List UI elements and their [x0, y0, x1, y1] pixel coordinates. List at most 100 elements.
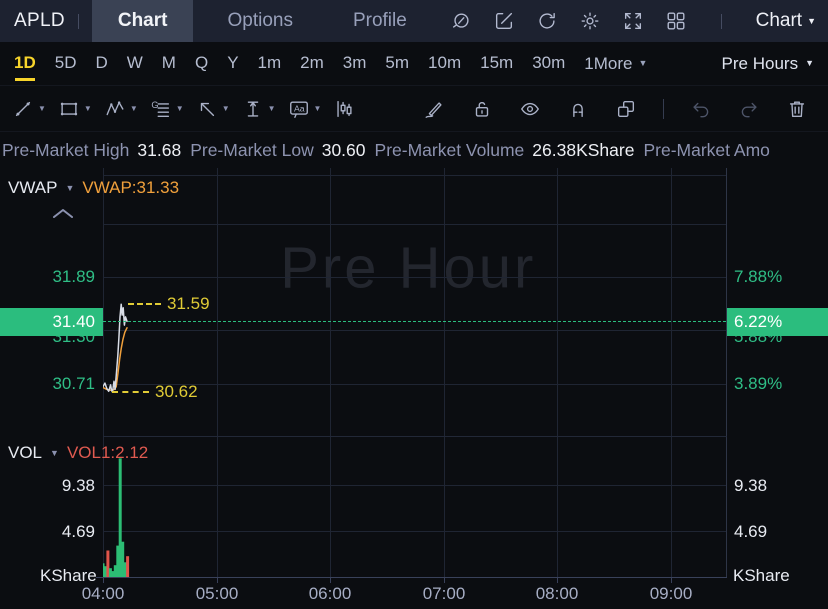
- divider: [663, 99, 664, 119]
- chevron-down-icon: ▼: [84, 105, 92, 113]
- gauge-icon[interactable]: [450, 10, 472, 32]
- svg-text:Aa: Aa: [293, 103, 304, 113]
- top-nav: APLD Chart Options Profile Chart ▼: [0, 0, 828, 42]
- volume-bar-chart: [103, 437, 727, 577]
- timeframe-q[interactable]: Q: [195, 42, 208, 86]
- tab-profile[interactable]: Profile: [327, 0, 433, 42]
- low-marker-label: 30.62: [155, 382, 198, 402]
- volume-tick: 9.38: [734, 476, 767, 496]
- chevron-down-icon: ▼: [805, 59, 814, 68]
- timeframe-more-dropdown[interactable]: 1More ▼: [584, 54, 647, 74]
- time-label: 09:00: [650, 584, 693, 604]
- percent-axis-right[interactable]: 7.88% 5.88% 6.22% 3.89%: [727, 168, 828, 437]
- timeframe-d[interactable]: D: [95, 42, 107, 86]
- unlock-icon[interactable]: [471, 98, 493, 120]
- tab-chart[interactable]: Chart: [92, 0, 194, 42]
- undo-icon[interactable]: [690, 98, 712, 120]
- magnet-icon[interactable]: [567, 98, 589, 120]
- low-marker-dash: [112, 391, 149, 393]
- chevron-down-icon: ▼: [38, 105, 46, 113]
- axis-line: [96, 577, 727, 578]
- shapes-tool[interactable]: ▼: [58, 98, 92, 120]
- chevron-down-icon: ▼: [638, 59, 647, 68]
- current-price-line: [103, 321, 726, 322]
- time-label: 07:00: [423, 584, 466, 604]
- collapse-chevron-icon[interactable]: [52, 208, 74, 218]
- high-marker: 31.59: [128, 294, 210, 314]
- clone-icon[interactable]: [615, 98, 637, 120]
- premarket-amount: Pre-Market Amo: [643, 140, 777, 161]
- timeframe-30min[interactable]: 30m: [532, 42, 565, 86]
- settings-gear-icon[interactable]: [579, 10, 601, 32]
- session-selector-label: Pre Hours: [722, 54, 799, 74]
- premarket-volume: Pre-Market Volume26.38KShare: [375, 140, 635, 161]
- premarket-high: Pre-Market High31.68: [2, 140, 181, 161]
- layout-selector-label: Chart: [756, 10, 802, 32]
- time-label: 05:00: [196, 584, 239, 604]
- volume-unit-right: KShare: [733, 566, 790, 586]
- tab-options[interactable]: Options: [201, 0, 318, 42]
- symbol-label[interactable]: APLD: [14, 10, 65, 32]
- timeframe-m[interactable]: M: [162, 42, 176, 86]
- layout-grid-icon[interactable]: [665, 10, 687, 32]
- redo-icon[interactable]: [738, 98, 760, 120]
- series-price: [103, 304, 127, 392]
- chevron-down-icon: ▼: [176, 105, 184, 113]
- fullscreen-icon[interactable]: [622, 10, 644, 32]
- arrow-tool[interactable]: ▼: [196, 98, 230, 120]
- chevron-down-icon: ▼: [65, 183, 74, 193]
- timeframe-5d[interactable]: 5D: [55, 42, 77, 86]
- session-selector[interactable]: Pre Hours ▼: [722, 54, 814, 74]
- wave-tool[interactable]: ▼: [104, 98, 138, 120]
- vwap-indicator-header[interactable]: VWAP ▼ VWAP:31.33: [8, 178, 179, 198]
- timeframe-3min[interactable]: 3m: [343, 42, 367, 86]
- volume-tick: 4.69: [0, 522, 95, 542]
- timeframe-more-label: 1More: [584, 54, 632, 74]
- draw-edit-icon[interactable]: [493, 10, 515, 32]
- axis-tick: [444, 578, 445, 583]
- refresh-icon[interactable]: [536, 10, 558, 32]
- timeframe-10min[interactable]: 10m: [428, 42, 461, 86]
- visibility-eye-icon[interactable]: [519, 98, 541, 120]
- chart-layout-selector[interactable]: Chart ▼: [756, 10, 816, 32]
- price-tick: 31.89: [52, 268, 95, 286]
- pattern-tool[interactable]: [333, 98, 355, 120]
- time-axis[interactable]: KShare KShare 04:0005:0006:0007:0008:000…: [0, 577, 828, 609]
- measure-tool[interactable]: ▼: [242, 98, 276, 120]
- text-tool[interactable]: Aa ▼: [288, 98, 322, 120]
- wave-pattern-icon: [104, 98, 126, 120]
- volume-panel: VOL ▼ VOL1:2.12 9.38 4.69 9.38 4.69: [0, 437, 828, 577]
- chevron-down-icon: ▼: [314, 105, 322, 113]
- brush-icon[interactable]: [423, 98, 445, 120]
- timeframe-5min[interactable]: 5m: [385, 42, 409, 86]
- timeframe-1min[interactable]: 1m: [258, 42, 282, 86]
- axis-tick: [103, 578, 104, 583]
- percent-tick: 7.88%: [734, 268, 782, 286]
- percent-tick: 3.89%: [734, 375, 782, 393]
- timeframe-15min[interactable]: 15m: [480, 42, 513, 86]
- gann-lines-icon: G: [150, 98, 172, 120]
- price-tick: 30.71: [52, 375, 95, 393]
- gann-tool[interactable]: G ▼: [150, 98, 184, 120]
- measure-icon: [242, 98, 264, 120]
- svg-text:G: G: [151, 100, 158, 110]
- volume-plot-area[interactable]: [103, 437, 727, 577]
- vol-indicator-header[interactable]: VOL ▼ VOL1:2.12: [8, 443, 148, 463]
- chevron-down-icon: ▼: [222, 105, 230, 113]
- price-plot-area[interactable]: Pre Hour 31.59 30.62: [103, 168, 727, 437]
- timeframe-1d[interactable]: 1D: [14, 42, 36, 86]
- chevron-down-icon: ▼: [807, 17, 816, 26]
- time-label: 04:00: [82, 584, 125, 604]
- timeframe-y[interactable]: Y: [227, 42, 238, 86]
- drawing-toolbar: ▼ ▼ ▼ G ▼ ▼ ▼ Aa ▼: [0, 86, 828, 132]
- price-chart-panel: Pre Hour 31.59 30.62 31.89 31.30 31.40 3…: [0, 168, 828, 437]
- trendline-tool[interactable]: ▼: [12, 98, 46, 120]
- delete-trash-icon[interactable]: [786, 98, 808, 120]
- current-percent-badge: 6.22%: [727, 308, 828, 336]
- high-marker-dash: [128, 303, 161, 305]
- timeframe-w[interactable]: W: [127, 42, 143, 86]
- chevron-down-icon: ▼: [130, 105, 138, 113]
- timeframe-2min[interactable]: 2m: [300, 42, 324, 86]
- indicator-name: VOL: [8, 443, 42, 463]
- axis-tick: [557, 578, 558, 583]
